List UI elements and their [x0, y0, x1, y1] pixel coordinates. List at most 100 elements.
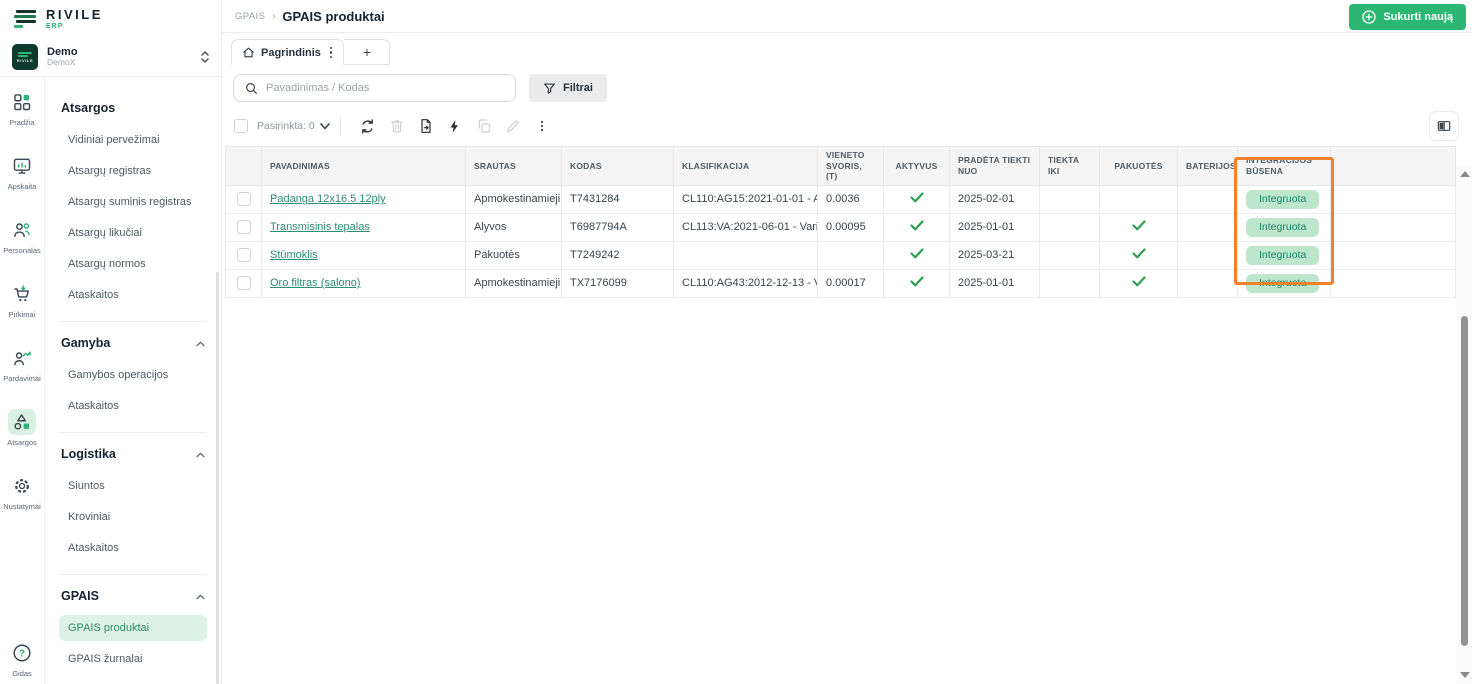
breadcrumb-separator: ›: [272, 11, 275, 21]
tab-pagrindinis[interactable]: Pagrindinis: [231, 39, 344, 65]
row-select-cell: [226, 213, 262, 241]
section-title-label: Atsargos: [61, 101, 115, 115]
table-toolbar: Pasirinkta: 0: [222, 112, 1472, 142]
cell-filler: [1331, 269, 1456, 297]
products-table-zone: PavadinimasSrautasKodasKlasifikacijaVien…: [225, 146, 1472, 298]
rail-item-label: Personalas: [3, 246, 41, 255]
column-header-pradeta-tiekti-nuo[interactable]: Pradėta tiekti nuo: [950, 147, 1040, 186]
column-header-aktyvus[interactable]: Aktyvus: [884, 147, 950, 186]
rail-item-label: Atsargos: [7, 438, 37, 447]
row-checkbox[interactable]: [237, 192, 251, 206]
sidebar-item-atsarg-liku-iai[interactable]: Atsargų likučiai: [59, 220, 207, 246]
row-checkbox[interactable]: [237, 220, 251, 234]
row-checkbox[interactable]: [237, 248, 251, 262]
sidebar-item-vidiniai-perve-imai[interactable]: Vidiniai pervežimai: [59, 127, 207, 153]
column-header-pakuotes[interactable]: Pakuotės: [1100, 147, 1178, 186]
column-settings-button[interactable]: [1429, 111, 1459, 141]
workspace-switch-icon: [199, 50, 211, 64]
section-title-label: GPAIS: [61, 589, 99, 603]
rail-item-gidas[interactable]: ? Gidas: [8, 640, 36, 678]
create-new-button[interactable]: Sukurti naują: [1349, 4, 1466, 30]
rail-item-personalas[interactable]: Personalas: [3, 217, 41, 255]
cell-integracijos-busena: Integruota: [1238, 213, 1331, 241]
cell-pavadinimas: Stūmoklis: [262, 241, 466, 269]
product-link[interactable]: Transmisinis tepalas: [270, 221, 370, 233]
row-select-cell: [226, 241, 262, 269]
sidebar-scrollbar[interactable]: [216, 272, 219, 684]
workspace-selector[interactable]: RIVILE Demo DemoX: [0, 38, 221, 77]
scroll-up-arrow-icon[interactable]: [1460, 171, 1470, 177]
sidebar-item-kroviniai[interactable]: Kroviniai: [59, 504, 207, 530]
scrollbar-thumb[interactable]: [1461, 316, 1468, 646]
rail-item-pirkimai[interactable]: Pirkimai: [8, 281, 36, 319]
cell-tiekta-iki: [1040, 269, 1100, 297]
column-header-srautas[interactable]: Srautas: [466, 147, 562, 186]
section-title-gamyba[interactable]: Gamyba: [61, 336, 205, 350]
column-header-tiekta-iki[interactable]: Tiekta iki: [1040, 147, 1100, 186]
sidebar-item-ataskaitos[interactable]: Ataskaitos: [59, 393, 207, 419]
selection-count-label[interactable]: Pasirinkta: 0: [257, 120, 315, 132]
rail-item-apskaita[interactable]: Apskaita: [8, 153, 37, 191]
sidebar-item-siuntos[interactable]: Siuntos: [59, 473, 207, 499]
create-new-label: Sukurti naują: [1383, 11, 1453, 23]
cell-srautas: Alyvos: [466, 213, 562, 241]
brand-name: RIVILE: [46, 8, 103, 21]
chevron-up-icon[interactable]: [196, 589, 205, 603]
chevron-down-icon[interactable]: [320, 123, 330, 130]
rail-item-prad-ia[interactable]: Pradžia: [8, 89, 36, 127]
search-input[interactable]: [266, 82, 504, 94]
sidebar-item-ataskaitos[interactable]: Ataskaitos: [59, 535, 207, 561]
cell-baterijos: [1178, 241, 1238, 269]
cell-integracijos-busena: Integruota: [1238, 241, 1331, 269]
row-select-cell: [226, 185, 262, 213]
brand-product: ERP: [46, 23, 103, 30]
column-header-kodas[interactable]: Kodas: [562, 147, 674, 186]
search-box[interactable]: [233, 74, 516, 102]
cell-klasifikacija: CL110:AG43:2012-12-13 - Vi: [674, 269, 818, 297]
chevron-up-icon[interactable]: [196, 336, 205, 350]
product-link[interactable]: Stūmoklis: [270, 249, 318, 261]
sidebar-item-atsarg-suminis-registras[interactable]: Atsargų suminis registras: [59, 189, 207, 215]
more-options-icon[interactable]: [528, 114, 556, 138]
column-header-integracijos-busena[interactable]: Integracijos būsena: [1238, 147, 1331, 186]
refresh-icon[interactable]: [354, 114, 382, 138]
export-document-icon[interactable]: [412, 114, 440, 138]
rail-item-atsargos[interactable]: Atsargos: [7, 409, 37, 447]
section-title-gpais[interactable]: GPAIS: [61, 589, 205, 603]
section-title-logistika[interactable]: Logistika: [61, 447, 205, 461]
sidebar-item-atsarg-registras[interactable]: Atsargų registras: [59, 158, 207, 184]
lightning-icon[interactable]: [441, 114, 469, 138]
sidebar-item-atsarg-normos[interactable]: Atsargų normos: [59, 251, 207, 277]
vertical-scrollbar[interactable]: [1457, 166, 1472, 684]
cell-srautas: Apmokestinamieji: [466, 269, 562, 297]
sidebar-item-gpais-urnalai[interactable]: GPAIS žurnalai: [59, 646, 207, 672]
rail-item-label: Pardavimai: [3, 374, 41, 383]
rail-item-pardavimai[interactable]: Pardavimai: [3, 345, 41, 383]
breadcrumb-parent[interactable]: GPAIS: [235, 11, 265, 22]
check-icon: [910, 194, 924, 206]
sidebar-item-gpais-registras[interactable]: GPAIS registras: [59, 677, 207, 684]
add-tab-button[interactable]: +: [344, 39, 390, 65]
select-all-checkbox[interactable]: [234, 119, 248, 133]
chevron-up-icon[interactable]: [196, 447, 205, 461]
column-header-klasifikacija[interactable]: Klasifikacija: [674, 147, 818, 186]
column-header-vieneto-svoris[interactable]: Vieneto svoris, (t): [818, 147, 884, 186]
column-header-baterijos[interactable]: Baterijos: [1178, 147, 1238, 186]
cell-filler: [1331, 185, 1456, 213]
sidebar-item-gpais-produktai[interactable]: GPAIS produktai: [59, 615, 207, 641]
status-badge: Integruota: [1246, 274, 1319, 293]
rail-item-nustatymai[interactable]: Nustatymai: [3, 473, 41, 511]
column-header-pavadinimas[interactable]: Pavadinimas: [262, 147, 466, 186]
cell-tiekta-iki: [1040, 213, 1100, 241]
filters-button[interactable]: Filtrai: [529, 74, 607, 102]
sidebar-item-gamybos-operacijos[interactable]: Gamybos operacijos: [59, 362, 207, 388]
row-checkbox[interactable]: [237, 276, 251, 290]
trash-icon: [383, 114, 411, 138]
scroll-down-arrow-icon[interactable]: [1460, 672, 1470, 678]
sidebar-item-ataskaitos[interactable]: Ataskaitos: [59, 282, 207, 308]
tab-options-icon[interactable]: [327, 45, 336, 61]
products-table: PavadinimasSrautasKodasKlasifikacijaVien…: [225, 146, 1456, 298]
cell-baterijos: [1178, 185, 1238, 213]
product-link[interactable]: Padanga 12x16.5 12ply: [270, 193, 386, 205]
product-link[interactable]: Oro filtras (salono): [270, 277, 360, 289]
